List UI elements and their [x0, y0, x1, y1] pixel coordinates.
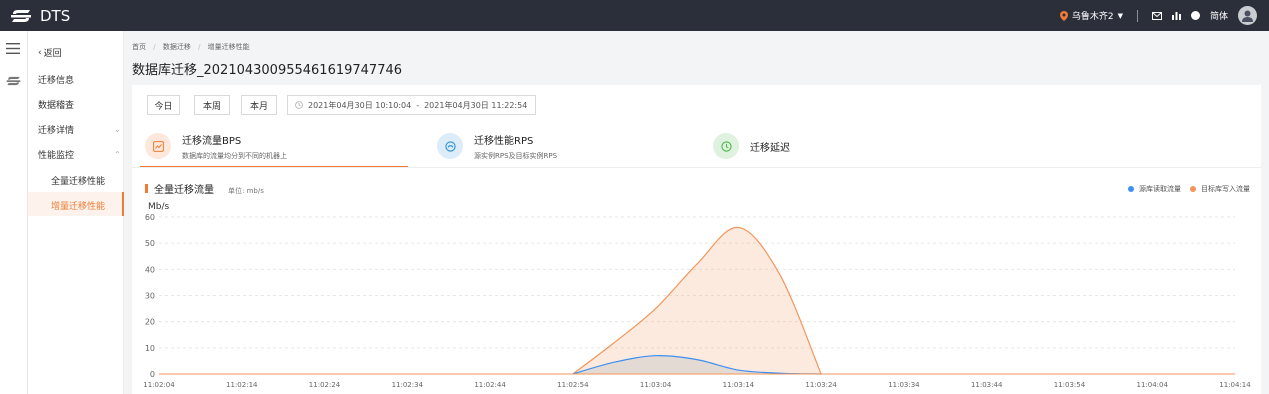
traffic-chart: Mb/s 0 10 20 30 40 50 60 11:02:04 11:02:14 11:02… — [143, 202, 1251, 389]
breadcrumb-separator: / — [198, 43, 201, 51]
menu-item-migration-info[interactable]: 迁移信息 — [38, 73, 74, 86]
x-tick-label: 11:04:04 — [1137, 381, 1169, 389]
mail-icon[interactable] — [1151, 11, 1162, 20]
side-menu: ‹ 返回 迁移信息 数据稽查 迁移详情 ⌄ 性能监控 ⌃ 全量迁移性能 增量迁移… — [28, 31, 124, 394]
back-label: 返回 — [43, 49, 62, 59]
x-tick-label: 11:03:14 — [723, 381, 755, 389]
menu-item-migration-detail[interactable]: 迁移详情 ⌄ — [38, 123, 124, 136]
y-tick-label: 20 — [145, 318, 155, 327]
y-tick-label: 40 — [145, 265, 155, 274]
bar-chart-icon[interactable] — [1171, 11, 1181, 20]
cloud-logo-icon — [11, 9, 31, 22]
menu-item-incremental-perf[interactable]: 增量迁移性能 — [28, 192, 124, 216]
breadcrumb-current: 增量迁移性能 — [207, 43, 250, 51]
menu-label: 迁移详情 — [38, 126, 75, 136]
x-tick-label: 11:03:54 — [1054, 381, 1086, 389]
top-bar: DTS 乌鲁木齐2 ▼ 简体 — [0, 0, 1269, 31]
menu-item-perf-monitor[interactable]: 性能监控 ⌃ — [38, 148, 124, 161]
y-tick-label: 50 — [145, 239, 155, 248]
divider — [1136, 9, 1138, 22]
chevron-left-icon: ‹ — [38, 47, 42, 58]
caret-down-icon: ▼ — [1117, 11, 1123, 20]
x-tick-label: 11:03:24 — [805, 381, 837, 389]
x-tick-label: 11:02:44 — [474, 381, 506, 389]
x-tick-label: 11:02:14 — [226, 381, 258, 389]
x-tick-label: 11:04:14 — [1219, 381, 1251, 389]
menu-item-full-perf[interactable]: 全量迁移性能 — [51, 174, 105, 187]
menu-label: 性能监控 — [38, 151, 75, 161]
region-selector[interactable]: 乌鲁木齐2 ▼ — [1059, 9, 1123, 22]
chevron-down-icon: ⌄ — [114, 125, 121, 134]
x-tick-label: 11:03:04 — [640, 381, 672, 389]
chevron-up-icon: ⌃ — [114, 150, 121, 159]
menu-label: 数据稽查 — [38, 101, 75, 111]
location-pin-icon — [1059, 10, 1068, 21]
help-icon[interactable] — [1190, 11, 1200, 20]
active-indicator — [122, 192, 124, 216]
y-tick-label: 10 — [145, 344, 155, 353]
x-tick-label: 11:02:24 — [309, 381, 341, 389]
breadcrumb-migration[interactable]: 数据迁移 — [163, 43, 191, 51]
x-tick-label: 11:02:04 — [143, 381, 175, 389]
menu-label: 迁移信息 — [38, 76, 75, 86]
menu-icon[interactable] — [6, 43, 20, 54]
y-tick-label: 0 — [150, 370, 155, 379]
page-title: 数据库迁移_20210430095546161974774​6 — [132, 63, 403, 78]
menu-item-data-check[interactable]: 数据稽查 — [38, 98, 74, 111]
y-axis-label: Mb/s — [148, 202, 170, 212]
dts-service-icon[interactable] — [6, 76, 21, 86]
avatar[interactable] — [1238, 6, 1257, 25]
region-label: 乌鲁木齐2 — [1071, 12, 1114, 22]
language-switch[interactable]: 简体 — [1210, 9, 1228, 22]
breadcrumb: 首页 / 数据迁移 / 增量迁移性能 — [132, 42, 250, 52]
user-icon — [1242, 10, 1253, 22]
y-tick-label: 60 — [145, 213, 155, 222]
icon-rail — [0, 31, 28, 394]
x-tick-label: 11:03:44 — [971, 381, 1003, 389]
back-link[interactable]: ‹ 返回 — [38, 46, 62, 60]
series-area — [572, 227, 822, 374]
menu-label: 增量迁移性能 — [51, 202, 106, 212]
breadcrumb-separator: / — [153, 43, 156, 51]
y-tick-label: 30 — [145, 292, 155, 301]
brand[interactable]: DTS — [10, 5, 70, 26]
x-tick-label: 11:03:34 — [888, 381, 920, 389]
x-tick-label: 11:02:54 — [557, 381, 589, 389]
menu-label: 全量迁移性能 — [51, 177, 106, 187]
breadcrumb-home[interactable]: 首页 — [132, 43, 146, 51]
monitor-card: 今日 本周 本月 2021年04月30日 10:10:04 - 2021年04月… — [132, 85, 1261, 394]
app-name: DTS — [40, 6, 71, 25]
x-tick-label: 11:02:34 — [392, 381, 424, 389]
